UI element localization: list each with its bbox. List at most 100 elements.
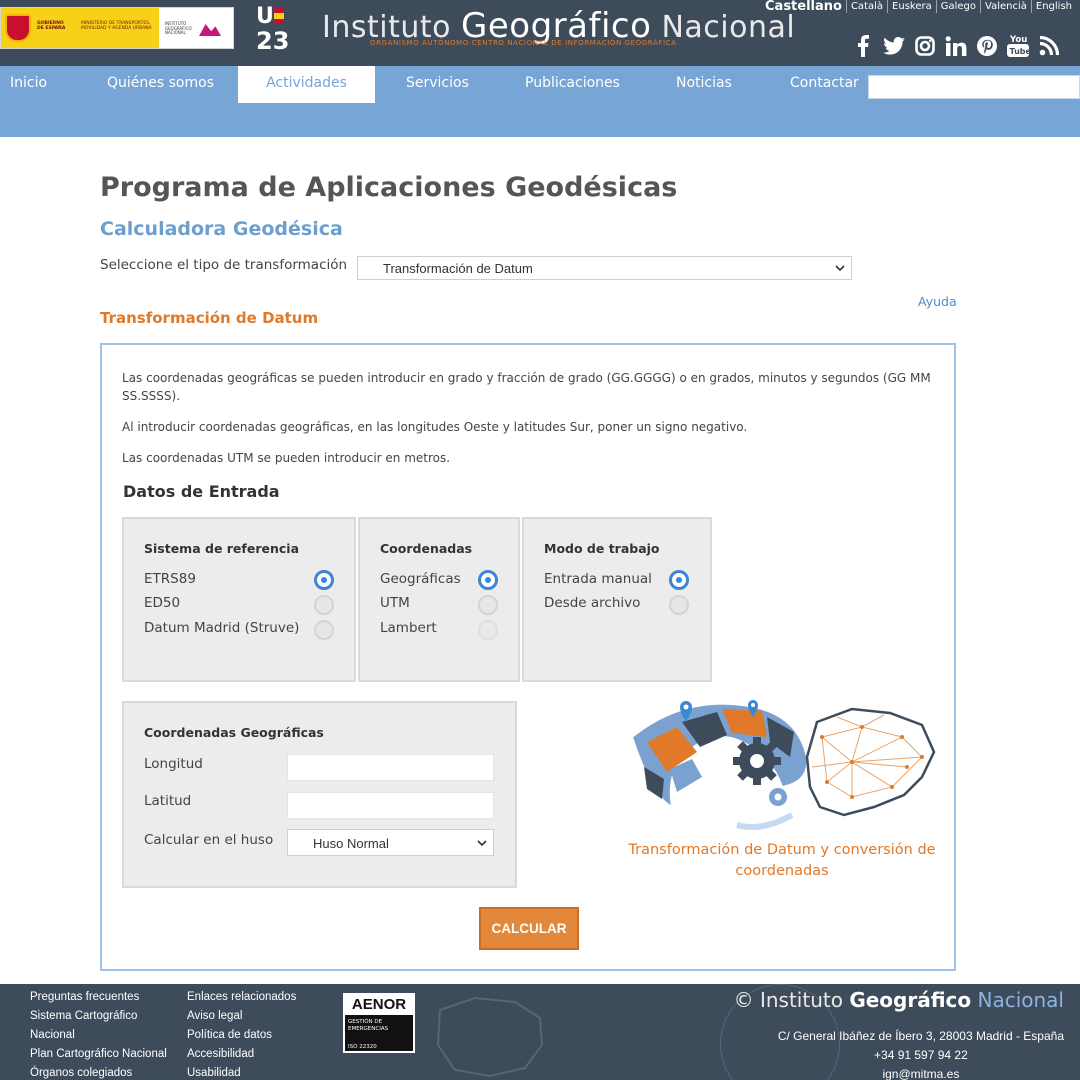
- page-title: Programa de Aplicaciones Geodésicas: [100, 172, 678, 203]
- aenor-title: AENOR: [345, 995, 413, 1015]
- footer-contact: C/ General Ibáñez de Íbero 3, 28003 Madr…: [778, 1027, 1064, 1080]
- coordinates-panel: Coordenadas Geográficas UTM Lambert: [358, 517, 520, 682]
- work-mode-panel: Modo de trabajo Entrada manual Desde arc…: [522, 517, 712, 682]
- work-mode-title: Modo de trabajo: [544, 541, 660, 556]
- lang-castellano[interactable]: Castellano: [761, 0, 847, 13]
- lang-galego[interactable]: Galego: [937, 0, 982, 13]
- mode-radio-file[interactable]: [669, 595, 689, 615]
- nav-servicios[interactable]: Servicios: [406, 66, 469, 103]
- footer-link-plan[interactable]: Plan Cartográfico Nacional: [30, 1045, 167, 1064]
- instagram-icon[interactable]: [909, 33, 940, 59]
- coord-option-lambert[interactable]: Lambert: [380, 620, 437, 636]
- svg-text:You: You: [1009, 35, 1027, 45]
- mode-option-file[interactable]: Desde archivo: [544, 595, 640, 611]
- longitude-label: Longitud: [144, 756, 203, 772]
- ministry-name: MINISTERIO DE TRANSPORTES, MOVILIDAD Y A…: [81, 21, 152, 31]
- footer-link-politica[interactable]: Política de datos: [187, 1026, 296, 1045]
- geographic-coords-title: Coordenadas Geográficas: [144, 725, 324, 740]
- footer-link-aviso-legal[interactable]: Aviso legal: [187, 1007, 296, 1026]
- mode-option-manual[interactable]: Entrada manual: [544, 571, 652, 587]
- u23-number: 23: [256, 27, 290, 55]
- site-footer: Preguntas frecuentes Sistema Cartográfic…: [0, 984, 1080, 1080]
- ref-radio-datum-madrid[interactable]: [314, 620, 334, 640]
- longitude-input[interactable]: [287, 754, 494, 781]
- rss-icon[interactable]: [1033, 33, 1064, 59]
- footer-link-sistema[interactable]: Sistema Cartográfico: [30, 1007, 167, 1026]
- latitude-label: Latitud: [144, 793, 192, 809]
- info-text-2: Al introducir coordenadas geográficas, e…: [122, 420, 748, 434]
- nav-noticias[interactable]: Noticias: [676, 66, 732, 103]
- zone-label: Calcular en el huso: [144, 832, 274, 848]
- spain-map-decoration: [436, 996, 544, 1078]
- calculator-title: Calculadora Geodésica: [100, 218, 343, 240]
- footer-link-organos[interactable]: Órganos colegiados: [30, 1064, 167, 1080]
- footer-link-faq[interactable]: Preguntas frecuentes: [30, 988, 167, 1007]
- ref-radio-ed50[interactable]: [314, 595, 334, 615]
- transform-type-select[interactable]: Transformación de Datum: [357, 256, 852, 280]
- government-logo[interactable]: GOBIERNO DE ESPAÑA MINISTERIO DE TRANSPO…: [0, 7, 234, 49]
- nav-publicaciones[interactable]: Publicaciones: [525, 66, 620, 103]
- coord-radio-geograficas[interactable]: [478, 570, 498, 590]
- footer-link-accesibilidad[interactable]: Accesibilidad: [187, 1045, 296, 1064]
- footer-email[interactable]: ign@mitma.es: [778, 1065, 1064, 1080]
- aenor-certification-badge[interactable]: AENOR GESTIÓN DE EMERGENCIAS ISO 22320: [343, 993, 415, 1053]
- footer-copyright: © Instituto Geográfico Nacional: [734, 988, 1064, 1012]
- geographic-coords-panel: Coordenadas Geográficas Longitud Latitud…: [122, 701, 517, 888]
- coordinates-title: Coordenadas: [380, 541, 473, 556]
- social-links: You Tube: [847, 33, 1064, 59]
- section-title: Transformación de Datum: [100, 309, 319, 327]
- ref-option-etrs89[interactable]: ETRS89: [144, 571, 196, 587]
- coord-radio-utm[interactable]: [478, 595, 498, 615]
- nav-actividades[interactable]: Actividades: [238, 66, 375, 103]
- ref-radio-etrs89[interactable]: [314, 570, 334, 590]
- coord-radio-lambert[interactable]: [478, 620, 498, 640]
- latitude-input[interactable]: [287, 792, 494, 819]
- twitter-icon[interactable]: [878, 33, 909, 59]
- youtube-icon[interactable]: You Tube: [1002, 33, 1033, 59]
- ign-mountain-icon: [199, 24, 221, 36]
- u23-logo[interactable]: U 23: [256, 6, 296, 55]
- aenor-code: ISO 22320: [348, 1044, 377, 1050]
- footer-copyright-suffix: Nacional: [971, 988, 1064, 1012]
- language-selector: Castellano Català Euskera Galego Valenci…: [761, 0, 1076, 13]
- facebook-icon[interactable]: [847, 33, 878, 59]
- footer-link-sistema-cont[interactable]: Nacional: [30, 1026, 167, 1045]
- calculate-button[interactable]: CALCULAR: [479, 907, 579, 950]
- datum-transform-form: Las coordenadas geográficas se pueden in…: [100, 343, 956, 971]
- nav-contactar[interactable]: Contactar: [790, 66, 859, 103]
- lang-english[interactable]: English: [1032, 0, 1076, 13]
- chevron-down-icon: [835, 265, 845, 272]
- site-subtitle: Organismo Autónomo Centro Nacional de In…: [370, 39, 677, 47]
- coord-option-utm[interactable]: UTM: [380, 595, 410, 611]
- aenor-detail: GESTIÓN DE EMERGENCIAS ISO 22320: [345, 1015, 413, 1051]
- coord-option-geograficas[interactable]: Geográficas: [380, 571, 461, 587]
- ref-option-datum-madrid[interactable]: Datum Madrid (Struve): [144, 620, 299, 636]
- footer-address: C/ General Ibáñez de Íbero 3, 28003 Madr…: [777, 1029, 1064, 1043]
- lang-valencia[interactable]: Valencià: [981, 0, 1032, 13]
- lang-euskera[interactable]: Euskera: [888, 0, 937, 13]
- coat-of-arms-icon: [5, 14, 31, 42]
- zone-select[interactable]: Huso Normal: [287, 829, 494, 856]
- footer-links-col1: Preguntas frecuentes Sistema Cartográfic…: [30, 988, 167, 1080]
- site-search-input[interactable]: [868, 75, 1080, 99]
- lang-catala[interactable]: Català: [847, 0, 889, 13]
- footer-phone: +34 91 597 94 22: [874, 1048, 968, 1062]
- linkedin-icon[interactable]: [940, 33, 971, 59]
- nav-quienes-somos[interactable]: Quiénes somos: [107, 66, 214, 103]
- nav-inicio[interactable]: Inicio: [10, 66, 47, 103]
- footer-copyright-prefix: © Instituto: [733, 988, 850, 1012]
- pinterest-icon[interactable]: [971, 33, 1002, 59]
- transform-type-label: Seleccione el tipo de transformación: [100, 257, 348, 273]
- ref-option-ed50[interactable]: ED50: [144, 595, 180, 611]
- government-logo-band: GOBIERNO DE ESPAÑA MINISTERIO DE TRANSPO…: [1, 8, 159, 48]
- datum-transform-illustration: [630, 700, 936, 830]
- info-text-3: Las coordenadas UTM se pueden introducir…: [122, 451, 451, 465]
- footer-link-enlaces[interactable]: Enlaces relacionados: [187, 988, 296, 1007]
- footer-link-usabilidad[interactable]: Usabilidad: [187, 1064, 296, 1080]
- mode-radio-manual[interactable]: [669, 570, 689, 590]
- illustration-caption: Transformación de Datum y conversión de …: [628, 842, 936, 879]
- reference-system-title: Sistema de referencia: [144, 541, 299, 556]
- reference-system-panel: Sistema de referencia ETRS89 ED50 Datum …: [122, 517, 356, 682]
- help-link[interactable]: Ayuda: [918, 294, 957, 309]
- main-navigation: Inicio Quiénes somos Actividades Servici…: [0, 66, 1080, 137]
